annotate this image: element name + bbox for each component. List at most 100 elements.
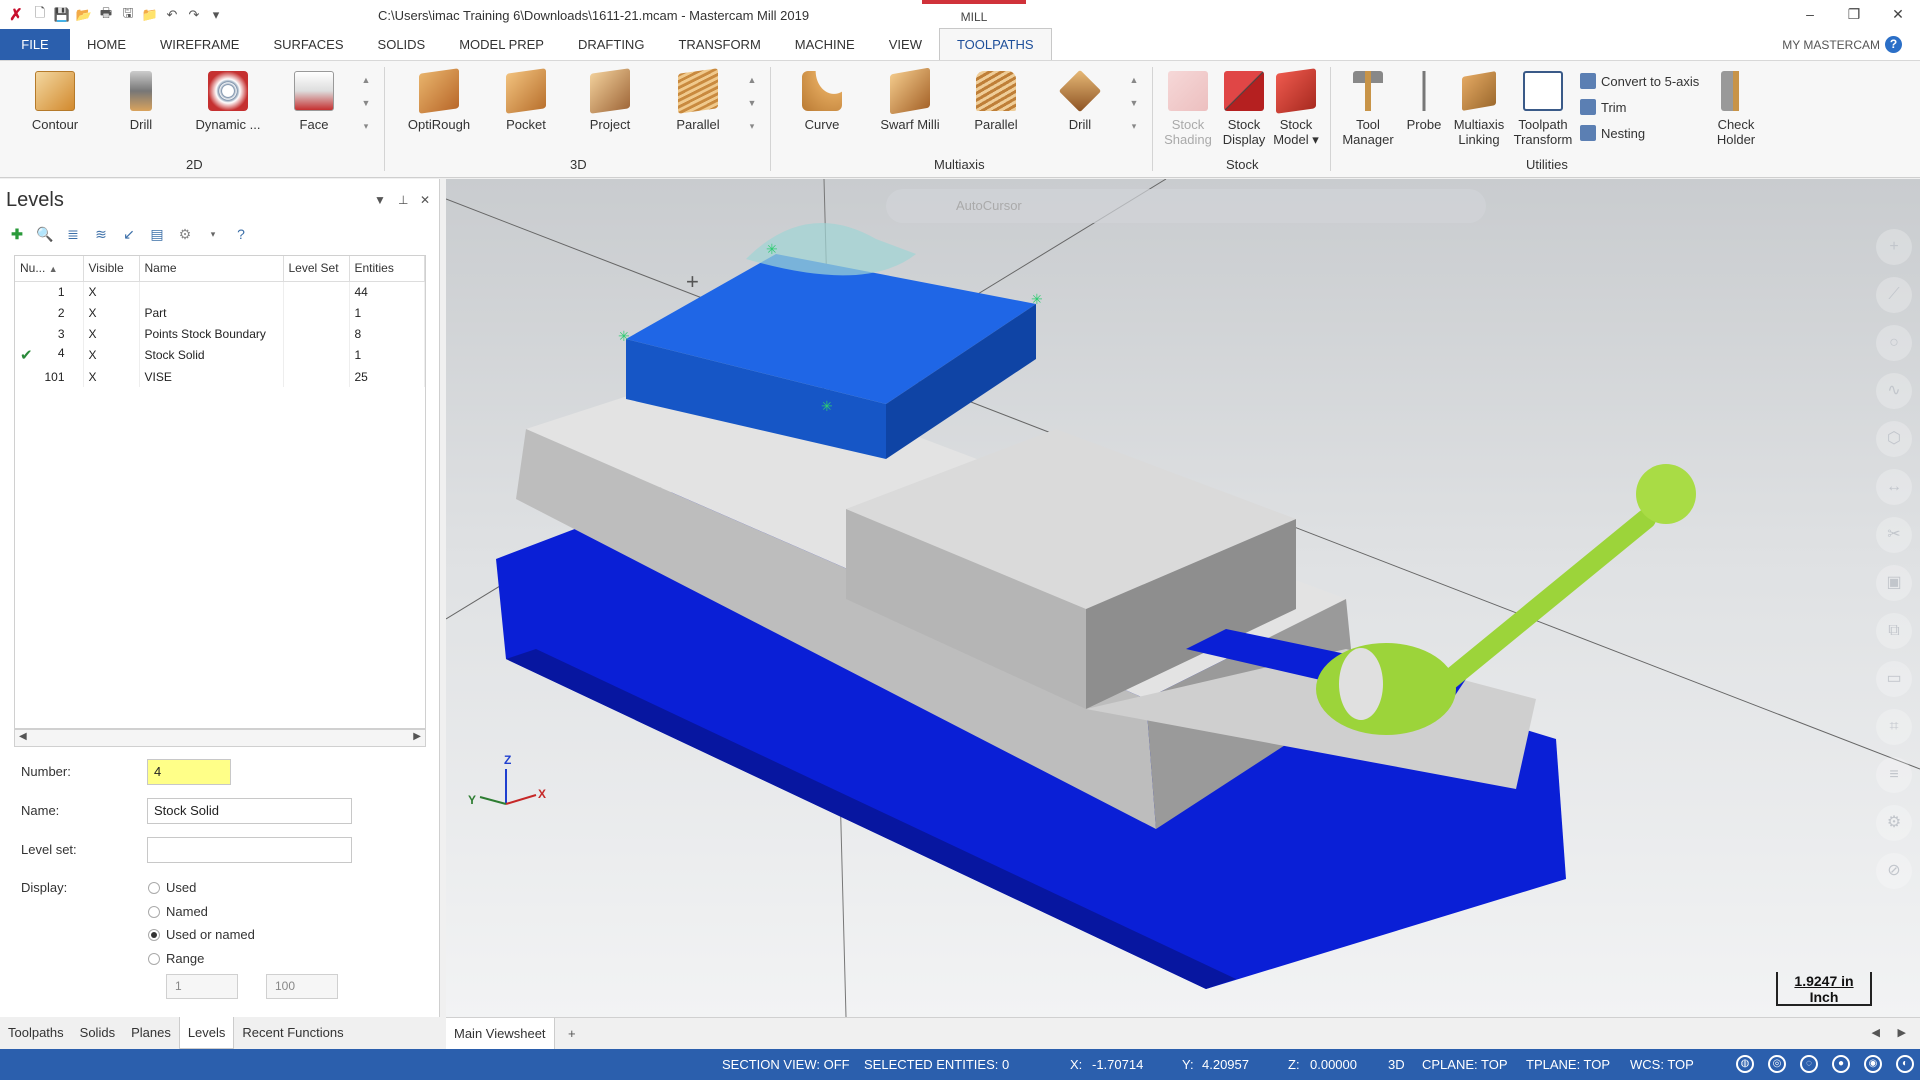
- restore-button[interactable]: ❐: [1832, 0, 1876, 30]
- dimension-icon[interactable]: ↔: [1876, 469, 1912, 505]
- table-row[interactable]: ✔ 4 X Stock Solid 1: [15, 344, 425, 366]
- menu-machine[interactable]: MACHINE: [778, 29, 872, 60]
- hidden-line-icon[interactable]: ◌: [1800, 1055, 1818, 1073]
- settings-icon[interactable]: ⚙: [176, 225, 194, 243]
- level-list-icon[interactable]: ▤: [148, 225, 166, 243]
- number-field[interactable]: 4: [147, 759, 231, 785]
- customize-dropdown-icon[interactable]: ▾: [208, 7, 224, 23]
- settings-dropdown-icon[interactable]: ▾: [204, 225, 222, 243]
- my-mastercam-link[interactable]: MY MASTERCAM: [1782, 38, 1880, 52]
- autocursor-toolbar[interactable]: AutoCursor: [886, 189, 1486, 223]
- menu-wireframe[interactable]: WIREFRAME: [143, 29, 256, 60]
- level-stack-icon[interactable]: ≣: [64, 225, 82, 243]
- panel-close-icon[interactable]: ✕: [420, 193, 430, 207]
- level-layers-icon[interactable]: ≋: [92, 225, 110, 243]
- row-visible[interactable]: X: [83, 281, 140, 302]
- column-entities[interactable]: Entities: [349, 256, 425, 282]
- panel-dropdown-icon[interactable]: ▼: [374, 193, 386, 207]
- undo-icon[interactable]: ↶: [164, 7, 180, 23]
- name-field[interactable]: Stock Solid: [147, 798, 352, 824]
- row-visible[interactable]: X: [83, 323, 140, 344]
- toolpath-transform-button[interactable]: Toolpath Transform: [1510, 71, 1576, 147]
- table-row[interactable]: 2 X Part 1: [15, 302, 425, 323]
- menu-home[interactable]: HOME: [70, 29, 143, 60]
- display-used-radio[interactable]: Used: [148, 880, 196, 895]
- viewsheet-scroll-right-icon[interactable]: ▶: [1898, 1026, 1906, 1039]
- tab-recent-functions[interactable]: Recent Functions: [234, 1017, 351, 1049]
- zoom-in-icon[interactable]: +: [1876, 229, 1912, 265]
- range-to-field[interactable]: 100: [266, 974, 338, 999]
- globe-icon[interactable]: ◍: [1736, 1055, 1754, 1073]
- redo-icon[interactable]: ↷: [186, 7, 202, 23]
- tplane-status[interactable]: TPLANE: TOP: [1526, 1057, 1610, 1072]
- tool-manager-button[interactable]: Tool Manager: [1338, 71, 1398, 147]
- tab-levels[interactable]: Levels: [178, 1017, 235, 1049]
- dynamic-button[interactable]: Dynamic ...: [190, 71, 266, 132]
- stock-display-button[interactable]: Stock Display: [1216, 71, 1272, 147]
- scroll-left-icon[interactable]: ◀: [19, 731, 27, 742]
- probe-button[interactable]: Probe: [1398, 71, 1450, 132]
- save-as-icon[interactable]: 🖫: [120, 5, 136, 23]
- merge-icon[interactable]: 📁: [142, 7, 158, 23]
- face-button[interactable]: Face: [286, 71, 342, 132]
- close-button[interactable]: ✕: [1876, 0, 1920, 30]
- main-viewsheet-tab[interactable]: Main Viewsheet: [446, 1018, 555, 1049]
- shaded-edges-icon[interactable]: ◉: [1864, 1055, 1882, 1073]
- table-row[interactable]: 3 X Points Stock Boundary 8: [15, 323, 425, 344]
- display-named-radio[interactable]: Named: [148, 904, 208, 919]
- tab-planes[interactable]: Planes: [123, 1017, 179, 1049]
- scroll-right-icon[interactable]: ▶: [413, 731, 421, 742]
- tab-solids[interactable]: Solids: [72, 1017, 123, 1049]
- trim-button[interactable]: Trim: [1580, 99, 1627, 115]
- surface-icon[interactable]: ▣: [1876, 565, 1912, 601]
- gallery-scroll-multiaxis[interactable]: ▲ ▼ ▾: [1128, 69, 1140, 139]
- wcs-status[interactable]: WCS: TOP: [1630, 1057, 1694, 1072]
- drill-2d-button[interactable]: Drill: [114, 71, 168, 132]
- parallel-3d-button[interactable]: Parallel: [666, 68, 730, 132]
- wireframe-globe-icon[interactable]: ◎: [1768, 1055, 1786, 1073]
- stock-model-button[interactable]: Stock Model ▾: [1268, 68, 1324, 147]
- line-icon[interactable]: ⟋: [1876, 277, 1912, 313]
- minimize-button[interactable]: –: [1788, 0, 1832, 30]
- project-button[interactable]: Project: [580, 68, 640, 132]
- contour-button[interactable]: Contour: [24, 71, 86, 132]
- column-number[interactable]: Nu... ▲: [15, 256, 84, 282]
- menu-solids[interactable]: SOLIDS: [361, 29, 443, 60]
- menu-view[interactable]: VIEW: [872, 29, 939, 60]
- layers-icon[interactable]: ≡: [1876, 757, 1912, 793]
- menu-transform[interactable]: TRANSFORM: [661, 29, 777, 60]
- open-folder-icon[interactable]: 📂: [76, 7, 92, 23]
- shaded-icon[interactable]: ●: [1832, 1055, 1850, 1073]
- analyze-icon[interactable]: ⌗: [1876, 709, 1912, 745]
- nesting-button[interactable]: Nesting: [1580, 125, 1645, 141]
- tab-toolpaths[interactable]: Toolpaths: [0, 1017, 72, 1049]
- range-from-field[interactable]: 1: [166, 974, 238, 999]
- convert-to-5axis-button[interactable]: Convert to 5-axis: [1580, 73, 1699, 89]
- menu-drafting[interactable]: DRAFTING: [561, 29, 661, 60]
- translucency-icon[interactable]: ◐: [1896, 1055, 1914, 1073]
- panel-pin-icon[interactable]: ⊥: [398, 193, 408, 207]
- table-row[interactable]: 1 X 44: [15, 281, 425, 302]
- column-visible[interactable]: Visible: [83, 256, 140, 282]
- mode-3d-toggle[interactable]: 3D: [1388, 1057, 1405, 1072]
- undo-level-icon[interactable]: ↙: [120, 225, 138, 243]
- help-icon[interactable]: ?: [1885, 36, 1902, 53]
- parallel-multiaxis-button[interactable]: Parallel: [966, 71, 1026, 132]
- sheet-icon[interactable]: ▭: [1876, 661, 1912, 697]
- mastercam-logo-icon[interactable]: ✗: [6, 7, 26, 24]
- row-visible[interactable]: X: [83, 366, 140, 387]
- display-range-radio[interactable]: Range: [148, 951, 204, 966]
- menu-surfaces[interactable]: SURFACES: [256, 29, 360, 60]
- drill-multiaxis-button[interactable]: Drill: [1052, 69, 1108, 132]
- viewsheet-scroll-left-icon[interactable]: ◀: [1872, 1026, 1880, 1039]
- graphics-viewport[interactable]: + ✳ ✳ ✳ ✳ AutoCursor + ⟋ ○ ∿ ⬡ ↔ ✂ ▣ ⧉ ▭…: [446, 179, 1920, 1017]
- check-holder-button[interactable]: Check Holder: [1706, 71, 1766, 147]
- menu-file[interactable]: FILE: [0, 29, 70, 60]
- circle-icon[interactable]: ○: [1876, 325, 1912, 361]
- add-viewsheet-button[interactable]: +: [568, 1018, 576, 1049]
- gallery-scroll-3d[interactable]: ▲ ▼ ▾: [746, 69, 758, 139]
- curve-button[interactable]: Curve: [792, 71, 852, 132]
- multiaxis-linking-button[interactable]: Multiaxis Linking: [1448, 71, 1510, 147]
- add-level-icon[interactable]: ✚: [8, 225, 26, 243]
- gallery-scroll-2d[interactable]: ▲ ▼ ▾: [360, 69, 372, 139]
